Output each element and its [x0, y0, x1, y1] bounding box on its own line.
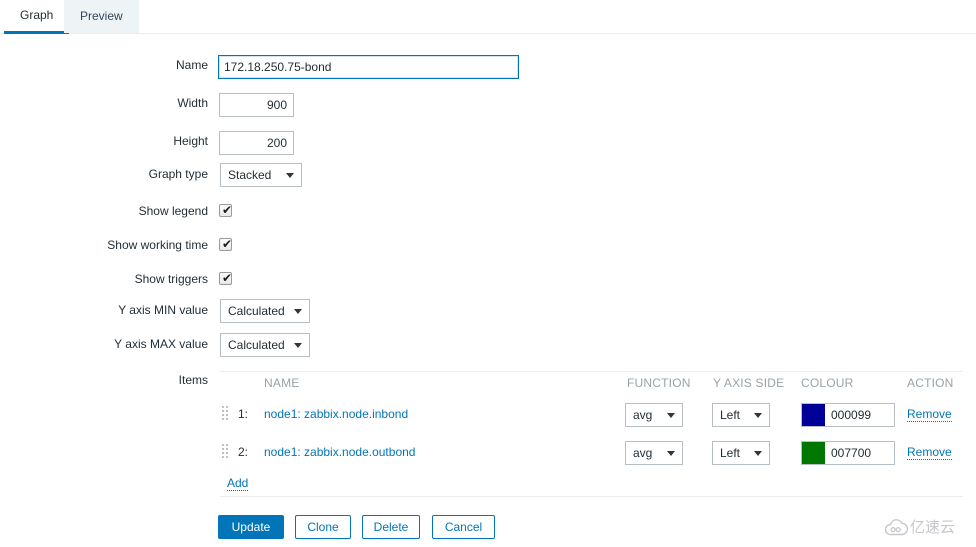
chevron-down-icon	[754, 413, 762, 418]
tab-preview-label: Preview	[80, 9, 123, 23]
row-index: 2:	[238, 445, 249, 459]
check-icon: ✔	[222, 203, 233, 217]
watermark-text: 亿速云	[910, 518, 956, 536]
width-label: Width	[177, 96, 208, 110]
show-working-time-checkbox[interactable]: ✔	[219, 237, 233, 251]
colour-input[interactable]: 000099	[801, 403, 895, 427]
y-axis-min-value: Calculated	[228, 304, 285, 318]
name-label: Name	[175, 58, 208, 72]
y-axis-max-value: Calculated	[228, 338, 285, 352]
item-name-link[interactable]: node1: zabbix.node.inbond	[264, 407, 408, 421]
column-header-name: NAME	[264, 376, 300, 390]
colour-input[interactable]: 007700	[801, 441, 895, 465]
check-icon: ✔	[222, 237, 233, 251]
tab-graph[interactable]: Graph	[4, 0, 70, 34]
y-axis-side-select[interactable]: Left	[712, 441, 770, 465]
tab-graph-label: Graph	[20, 8, 54, 22]
column-header-function: FUNCTION	[627, 376, 691, 390]
delete-button[interactable]: Delete	[362, 515, 420, 539]
width-input[interactable]	[219, 93, 294, 117]
colour-value: 007700	[831, 446, 872, 460]
function-value: avg	[633, 408, 653, 422]
chevron-down-icon	[286, 173, 294, 178]
remove-link[interactable]: Remove	[907, 445, 952, 460]
row-index: 1:	[238, 407, 249, 421]
show-working-time-label: Show working time	[107, 238, 208, 252]
clone-button[interactable]: Clone	[295, 515, 351, 539]
name-input[interactable]	[218, 55, 519, 79]
add-item-link[interactable]: Add	[227, 476, 249, 491]
y-axis-max-label: Y axis MAX value	[114, 337, 208, 351]
y-axis-side-select[interactable]: Left	[712, 403, 770, 427]
column-header-action: ACTION	[907, 376, 954, 390]
update-button[interactable]: Update	[218, 515, 284, 539]
y-axis-min-label: Y axis MIN value	[118, 303, 208, 317]
y-axis-max-select[interactable]: Calculated	[220, 333, 310, 357]
column-header-y-axis-side: Y AXIS SIDE	[713, 376, 785, 390]
tab-bar: Graph Preview	[0, 0, 976, 34]
function-select[interactable]: avg	[625, 441, 683, 465]
chevron-down-icon	[294, 343, 302, 348]
check-icon: ✔	[222, 271, 233, 285]
y-axis-min-select[interactable]: Calculated	[220, 299, 310, 323]
colour-swatch[interactable]	[802, 404, 825, 426]
items-table: NAME FUNCTION Y AXIS SIDE COLOUR ACTION …	[220, 371, 963, 497]
tab-preview[interactable]: Preview	[64, 0, 139, 33]
show-triggers-checkbox[interactable]: ✔	[219, 271, 233, 285]
cancel-button[interactable]: Cancel	[432, 515, 495, 539]
height-label: Height	[173, 134, 208, 148]
chevron-down-icon	[667, 451, 675, 456]
table-row: 2: node1: zabbix.node.outbond avg Left 0…	[220, 434, 963, 472]
chevron-down-icon	[754, 451, 762, 456]
show-legend-checkbox[interactable]: ✔	[219, 203, 233, 217]
show-legend-label: Show legend	[138, 204, 208, 218]
height-input[interactable]	[219, 131, 294, 155]
remove-link[interactable]: Remove	[907, 407, 952, 422]
chevron-down-icon	[294, 309, 302, 314]
colour-value: 000099	[831, 408, 872, 422]
show-triggers-label: Show triggers	[134, 272, 208, 286]
function-value: avg	[633, 446, 653, 460]
item-name-link[interactable]: node1: zabbix.node.outbond	[264, 445, 415, 459]
y-axis-side-value: Left	[720, 408, 741, 422]
colour-swatch[interactable]	[802, 442, 825, 464]
drag-handle-icon[interactable]	[222, 406, 228, 424]
y-axis-side-value: Left	[720, 446, 741, 460]
graph-type-value: Stacked	[228, 168, 272, 182]
watermark: 亿速云	[884, 517, 968, 539]
graph-type-label: Graph type	[148, 167, 208, 181]
chevron-down-icon	[667, 413, 675, 418]
drag-handle-icon[interactable]	[222, 444, 228, 462]
function-select[interactable]: avg	[625, 403, 683, 427]
table-row: 1: node1: zabbix.node.inbond avg Left 00…	[220, 396, 963, 434]
items-label: Items	[178, 373, 208, 387]
cloud-logo-icon	[884, 519, 908, 536]
graph-type-select[interactable]: Stacked	[220, 163, 302, 187]
column-header-colour: COLOUR	[801, 376, 854, 390]
